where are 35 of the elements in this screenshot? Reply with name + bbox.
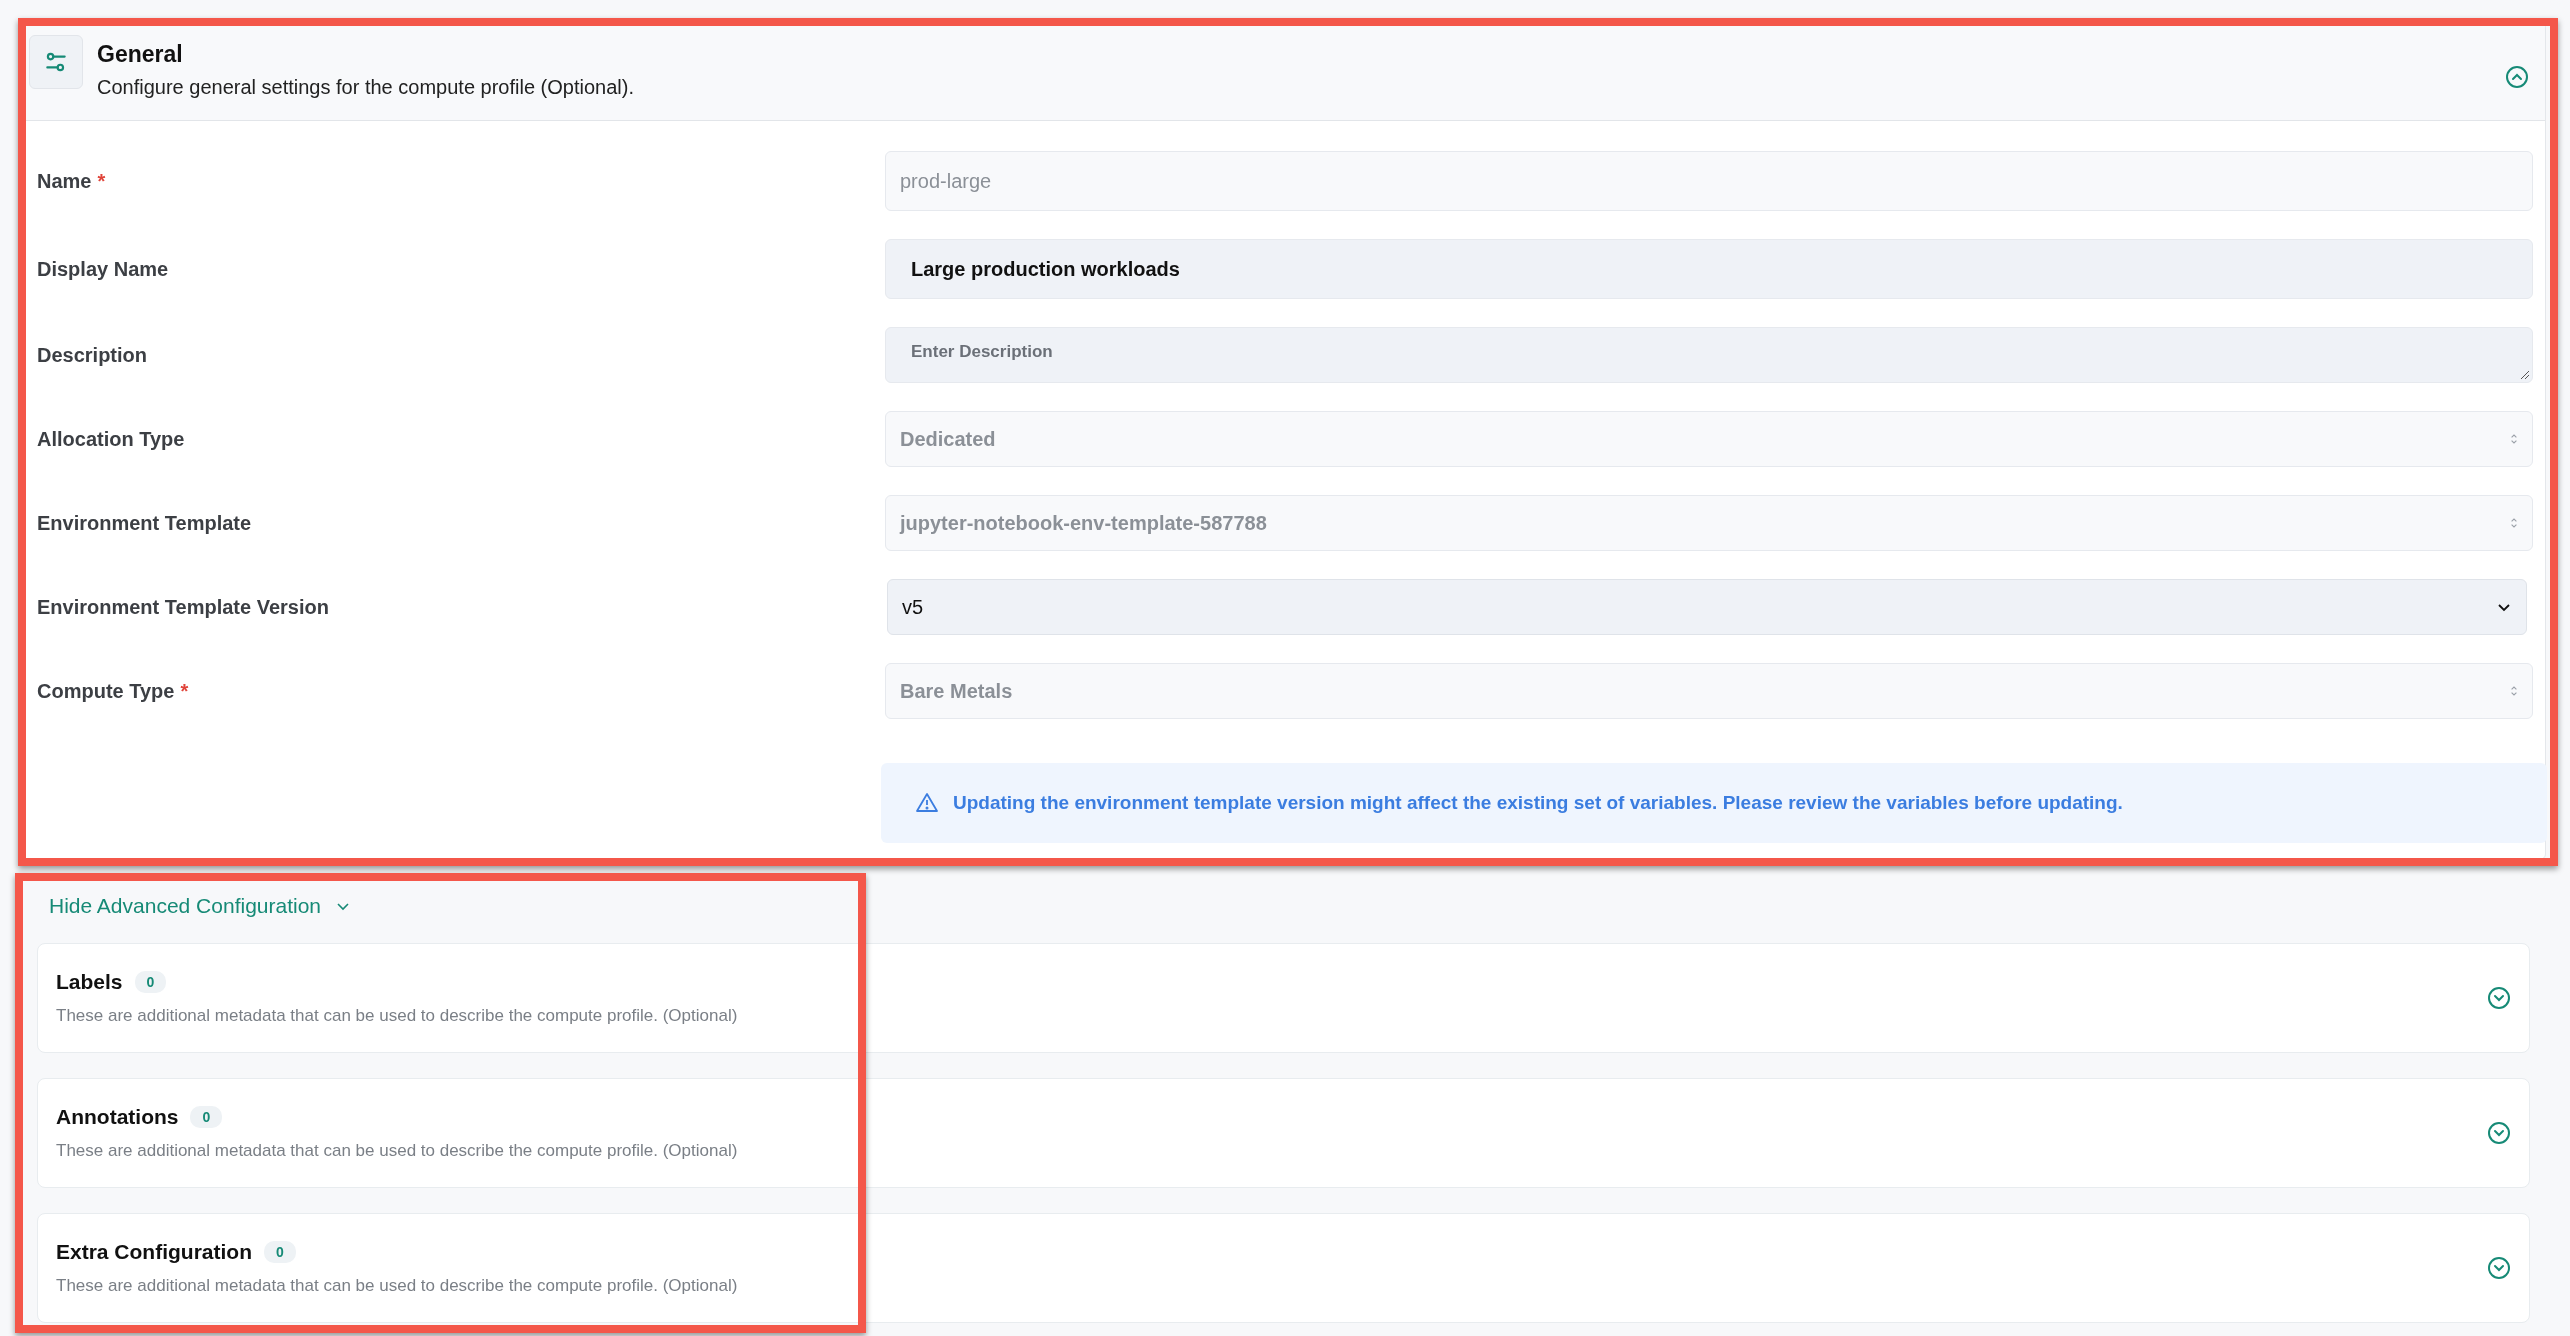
field-label: Environment Template [37, 511, 252, 534]
section-description: These are additional metadata that can be used to describe the compute profile. (Optional) [56, 1141, 739, 1161]
count-badge: 0 [134, 971, 167, 993]
expand-icon[interactable] [2487, 1256, 2511, 1280]
up-down-arrows-icon [2510, 684, 2518, 698]
field-label: Display Name [37, 257, 169, 280]
field-label: Allocation Type [37, 427, 185, 450]
field-label: Environment Template Version [37, 595, 329, 618]
required-mark: * [180, 679, 189, 702]
count-badge: 0 [190, 1106, 223, 1128]
expand-icon[interactable] [2487, 986, 2511, 1010]
field-label: Description [37, 343, 148, 366]
up-down-arrows-icon [2510, 516, 2518, 530]
required-mark: * [97, 169, 106, 192]
resize-handle-icon[interactable] [2519, 369, 2529, 379]
expand-icon[interactable] [2487, 1121, 2511, 1145]
select-field[interactable]: v5 [887, 579, 2527, 635]
sliders-icon [29, 35, 83, 89]
field-label: Compute Type [37, 679, 175, 702]
section-title: Annotations [56, 1105, 179, 1129]
collapse-icon[interactable] [2505, 65, 2529, 89]
advanced-toggle[interactable]: Hide Advanced Configuration [37, 894, 351, 918]
section-description: These are additional metadata that can be used to describe the compute profile. (Optional) [56, 1276, 739, 1296]
input-field[interactable]: Large production workloads [885, 239, 2533, 299]
section-title: General [97, 41, 184, 68]
description-field[interactable]: Enter Description [885, 327, 2533, 383]
section-description: These are additional metadata that can be used to describe the compute profile. (Optional) [56, 1006, 739, 1026]
section-subtitle: Configure general settings for the compute profile (Optional). [97, 76, 635, 99]
up-down-arrows-icon [2510, 432, 2518, 446]
section-title: Extra Configuration [56, 1240, 252, 1264]
section-title: Labels [56, 970, 123, 994]
warning-icon [915, 791, 939, 815]
field-label: Name [37, 169, 92, 192]
count-badge: 0 [264, 1241, 296, 1263]
alert-text: Updating the environment template version might affect the existing set of variables. Please review the variables before updating. [953, 792, 2123, 814]
